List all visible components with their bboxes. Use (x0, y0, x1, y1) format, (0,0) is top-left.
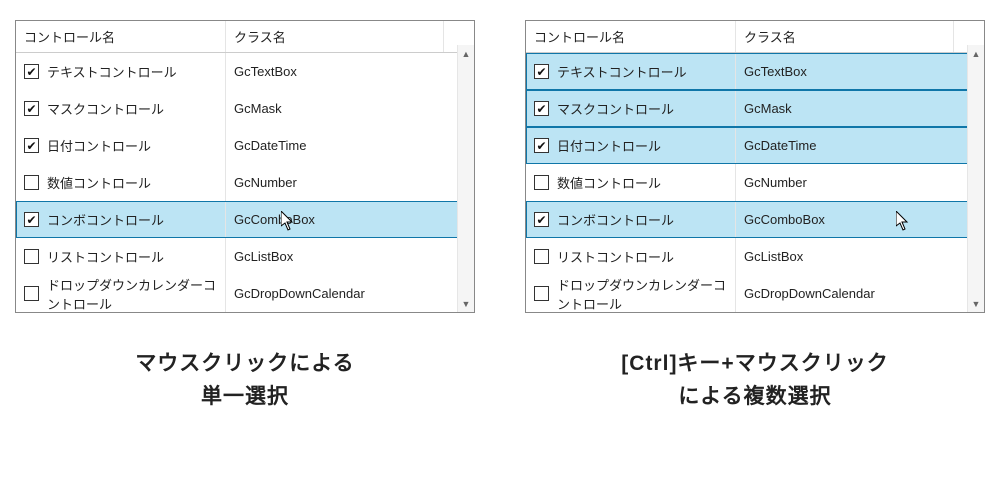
grid-body: テキストコントロールGcTextBoxマスクコントロールGcMask日付コントロ… (16, 53, 474, 312)
header-control-name[interactable]: コントロール名 (526, 21, 736, 52)
cell-class-name: GcNumber (736, 164, 984, 201)
header-control-name[interactable]: コントロール名 (16, 21, 226, 52)
checkbox-icon[interactable] (534, 101, 549, 116)
table-row[interactable]: テキストコントロール GcTextBox (526, 53, 984, 90)
control-name-label: コンボコントロール (47, 210, 164, 229)
control-name-label: マスクコントロール (557, 99, 674, 118)
control-name-label: 日付コントロール (557, 136, 661, 155)
table-row[interactable]: コンボコントロール GcComboBox (16, 201, 474, 238)
control-name-label: 数値コントロール (557, 173, 661, 192)
cell-class-name: GcComboBox (736, 201, 984, 238)
checkbox-icon[interactable] (24, 138, 39, 153)
checkbox-icon[interactable] (534, 286, 549, 301)
checkbox-icon[interactable] (24, 212, 39, 227)
checkbox-icon[interactable] (534, 249, 549, 264)
cell-control-name: テキストコントロール (526, 53, 736, 90)
control-name-label: マスクコントロール (47, 99, 164, 118)
cell-class-name: GcDateTime (736, 127, 984, 164)
table-row[interactable]: ドロップダウンカレンダーコントロールGcDropDownCalendar (526, 275, 984, 312)
table-row[interactable]: コンボコントロール GcComboBox (526, 201, 984, 238)
header-class-name[interactable]: クラス名 (226, 21, 444, 52)
checkbox-icon[interactable] (24, 286, 39, 301)
cell-control-name: コンボコントロール (16, 201, 226, 238)
cell-class-name: GcListBox (226, 238, 474, 275)
cell-control-name: 日付コントロール (16, 127, 226, 164)
cell-class-name: GcDateTime (226, 127, 474, 164)
cell-control-name: リストコントロール (16, 238, 226, 275)
table-row[interactable]: 日付コントロール GcDateTime (16, 127, 474, 164)
checkbox-icon[interactable] (24, 175, 39, 190)
cell-control-name: マスクコントロール (526, 90, 736, 127)
header-class-name[interactable]: クラス名 (736, 21, 954, 52)
checkbox-icon[interactable] (534, 212, 549, 227)
cell-class-name: GcMask (736, 90, 984, 127)
cell-class-name: GcComboBox (226, 201, 474, 238)
grid-panel-right: コントロール名クラス名テキストコントロール GcTextBox マスクコントロール G… (525, 20, 985, 313)
control-name-label: テキストコントロール (47, 62, 177, 81)
scrollbar[interactable]: ▲▼ (457, 45, 474, 312)
table-row[interactable]: リストコントロール GcListBox (16, 238, 474, 275)
cell-class-name: GcNumber (226, 164, 474, 201)
checkbox-icon[interactable] (24, 64, 39, 79)
caption-right: [Ctrl]キー+マウスクリックによる複数選択 (525, 348, 985, 413)
control-name-label: リストコントロール (47, 247, 164, 266)
cell-control-name: テキストコントロール (16, 53, 226, 90)
header-row: コントロール名クラス名 (16, 21, 474, 53)
checkbox-icon[interactable] (534, 175, 549, 190)
table-row[interactable]: マスクコントロール GcMask (16, 90, 474, 127)
cell-control-name: マスクコントロール (16, 90, 226, 127)
control-name-label: 日付コントロール (47, 136, 151, 155)
control-name-label: テキストコントロール (557, 62, 687, 81)
caption-left: マウスクリックによる単一選択 (15, 348, 475, 413)
checkbox-icon[interactable] (24, 249, 39, 264)
scroll-down-icon[interactable]: ▼ (458, 295, 474, 312)
table-row[interactable]: ドロップダウンカレンダーコントロールGcDropDownCalendar (16, 275, 474, 312)
table-row[interactable]: 日付コントロール GcDateTime (526, 127, 984, 164)
table-row[interactable]: テキストコントロール GcTextBox (16, 53, 474, 90)
grid-panel-left: コントロール名クラス名テキストコントロール GcTextBox マスクコントロール G… (15, 20, 475, 313)
checkbox-icon[interactable] (534, 64, 549, 79)
caption-line: [Ctrl]キー+マウスクリック (525, 348, 985, 381)
cell-control-name: ドロップダウンカレンダーコントロール (16, 275, 226, 312)
table-row[interactable]: マスクコントロール GcMask (526, 90, 984, 127)
cell-class-name: GcListBox (736, 238, 984, 275)
cell-control-name: ドロップダウンカレンダーコントロール (526, 275, 736, 312)
caption-line: マウスクリックによる (15, 348, 475, 381)
control-name-label: リストコントロール (557, 247, 674, 266)
cell-class-name: GcTextBox (736, 53, 984, 90)
control-name-label: 数値コントロール (47, 173, 151, 192)
scrollbar[interactable]: ▲▼ (967, 45, 984, 312)
cell-class-name: GcTextBox (226, 53, 474, 90)
checkbox-icon[interactable] (534, 138, 549, 153)
checkbox-icon[interactable] (24, 101, 39, 116)
cell-class-name: GcDropDownCalendar (736, 275, 984, 312)
grid-body: テキストコントロールGcTextBoxマスクコントロールGcMask日付コントロ… (526, 53, 984, 312)
cell-control-name: 数値コントロール (16, 164, 226, 201)
header-row: コントロール名クラス名 (526, 21, 984, 53)
table-row[interactable]: 数値コントロール GcNumber (16, 164, 474, 201)
control-name-label: ドロップダウンカレンダーコントロール (557, 275, 727, 313)
control-name-label: コンボコントロール (557, 210, 674, 229)
cell-class-name: GcMask (226, 90, 474, 127)
control-name-label: ドロップダウンカレンダーコントロール (47, 275, 217, 313)
cell-control-name: 日付コントロール (526, 127, 736, 164)
caption-line: による複数選択 (525, 381, 985, 414)
caption-line: 単一選択 (15, 381, 475, 414)
cell-control-name: リストコントロール (526, 238, 736, 275)
cell-class-name: GcDropDownCalendar (226, 275, 474, 312)
cell-control-name: コンボコントロール (526, 201, 736, 238)
scroll-up-icon[interactable]: ▲ (968, 45, 984, 62)
cell-control-name: 数値コントロール (526, 164, 736, 201)
table-row[interactable]: 数値コントロール GcNumber (526, 164, 984, 201)
scroll-up-icon[interactable]: ▲ (458, 45, 474, 62)
table-row[interactable]: リストコントロール GcListBox (526, 238, 984, 275)
scroll-down-icon[interactable]: ▼ (968, 295, 984, 312)
